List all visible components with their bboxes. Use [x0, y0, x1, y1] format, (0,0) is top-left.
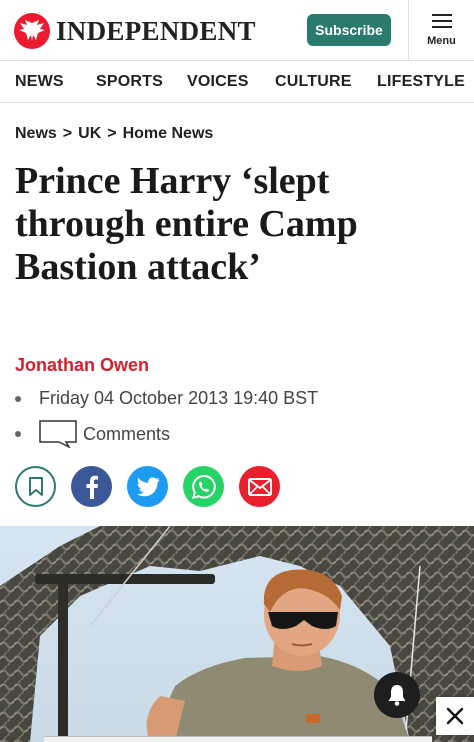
nav-item-voices[interactable]: VOICES [187, 73, 249, 91]
nav-item-culture[interactable]: CULTURE [275, 73, 352, 91]
twitter-share-button[interactable] [127, 466, 168, 507]
breadcrumb: News > UK > Home News [15, 125, 213, 143]
headline-line: Prince Harry ‘slept [15, 160, 330, 202]
section-nav: NEWS SPORTS VOICES CULTURE LIFESTYLE [0, 61, 474, 103]
headline-line: Bastion attack’ [15, 246, 261, 288]
share-bar [15, 466, 280, 507]
hamburger-icon [431, 14, 452, 28]
headline-line: through entire Camp [15, 203, 358, 245]
menu-button[interactable]: Menu [408, 0, 474, 61]
notifications-button[interactable] [374, 672, 420, 718]
article-headline: Prince Harry ‘slept through entire Camp … [15, 160, 455, 289]
publish-date: Friday 04 October 2013 19:40 BST [39, 388, 319, 408]
ad-close-button[interactable] [436, 697, 474, 735]
nav-item-sports[interactable]: SPORTS [96, 73, 163, 91]
bell-icon [388, 685, 406, 706]
breadcrumb-news[interactable]: News [15, 125, 57, 143]
bookmark-icon [28, 476, 43, 496]
bullet [15, 431, 21, 437]
comment-icon [39, 420, 77, 448]
comments-label: Comments [83, 423, 171, 444]
author-link[interactable]: Jonathan Owen [15, 355, 149, 376]
facebook-icon [86, 475, 98, 499]
bullet [15, 395, 21, 402]
menu-label: Menu [427, 35, 456, 47]
site-header: INDEPENDENT Subscribe Menu [0, 0, 474, 61]
subscribe-button[interactable]: Subscribe [307, 14, 391, 46]
eagle-icon [14, 13, 50, 49]
bookmark-button[interactable] [15, 466, 56, 507]
breadcrumb-uk[interactable]: UK [78, 125, 101, 143]
whatsapp-icon [191, 474, 216, 499]
breadcrumb-separator: > [107, 125, 117, 142]
breadcrumb-home-news[interactable]: Home News [123, 125, 214, 143]
email-share-button[interactable] [239, 466, 280, 507]
twitter-icon [136, 476, 159, 496]
site-logo[interactable]: INDEPENDENT [14, 13, 256, 49]
close-icon [446, 707, 464, 725]
publish-date-row: Friday 04 October 2013 19:40 BST [15, 388, 318, 409]
whatsapp-share-button[interactable] [183, 466, 224, 507]
ad-banner[interactable] [44, 736, 432, 742]
email-icon [247, 477, 272, 496]
breadcrumb-separator: > [62, 125, 73, 142]
facebook-share-button[interactable] [71, 466, 112, 507]
nav-item-lifestyle[interactable]: LIFESTYLE [377, 73, 465, 91]
logo-wordmark: INDEPENDENT [56, 15, 256, 46]
nav-item-news[interactable]: NEWS [15, 73, 64, 91]
comments-link[interactable]: Comments [15, 420, 170, 448]
